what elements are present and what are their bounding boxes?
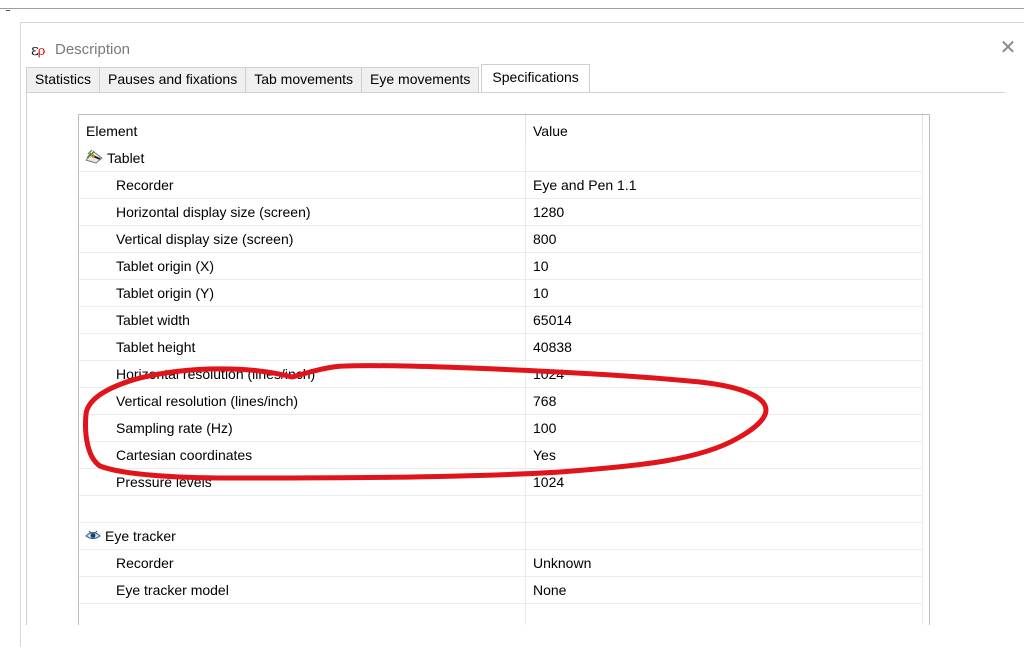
table-row[interactable]: Tablet origin (X) 10 xyxy=(79,253,929,280)
list-rows: Tablet Recorder Eye and Pen 1.1 Horizontal … xyxy=(79,145,929,625)
table-row[interactable]: Pressure levels 1024 xyxy=(79,469,929,496)
element-cell: Recorder xyxy=(79,172,526,199)
table-row[interactable]: Horizontal display size (screen) 1280 xyxy=(79,199,929,226)
element-label: Vertical display size (screen) xyxy=(116,231,294,247)
element-label: Horizontal resolution (lines/inch) xyxy=(116,366,316,382)
element-label: Eye tracker xyxy=(105,528,176,544)
element-label: Horizontal display size (screen) xyxy=(116,204,311,220)
element-label: Cartesian coordinates xyxy=(116,447,253,463)
element-cell: Pressure levels xyxy=(79,469,526,496)
tab-pauses-and-fixations[interactable]: Pauses and fixations xyxy=(99,67,247,92)
element-label: Pressure levels xyxy=(116,474,212,490)
tab-strip: Statistics Pauses and fixations Tab move… xyxy=(26,64,590,92)
element-cell: Tablet xyxy=(79,145,526,172)
value-cell: 1024 xyxy=(526,361,923,388)
value-cell: 65014 xyxy=(526,307,923,334)
element-label: Tablet xyxy=(107,150,145,166)
element-cell: Tablet origin (X) xyxy=(79,253,526,280)
value-cell: 10 xyxy=(526,253,923,280)
eye-tracker-icon xyxy=(84,524,102,549)
tab-tab-movements[interactable]: Tab movements xyxy=(245,67,363,92)
value-cell: 800 xyxy=(526,226,923,253)
value-cell: 1280 xyxy=(526,199,923,226)
value-cell: None xyxy=(526,577,923,604)
table-row[interactable]: Cartesian coordinates Yes xyxy=(79,442,929,469)
group-row-tablet[interactable]: Tablet xyxy=(79,145,929,172)
element-cell: Horizontal resolution (lines/inch) xyxy=(79,361,526,388)
table-row[interactable]: Tablet origin (Y) 10 xyxy=(79,280,929,307)
element-label: Recorder xyxy=(116,555,174,571)
tab-eye-movements[interactable]: Eye movements xyxy=(361,67,480,92)
list-header: Element Value xyxy=(79,115,929,145)
element-cell: Eye tracker model xyxy=(79,577,526,604)
element-label: Eye tracker model xyxy=(116,582,229,598)
element-cell: Vertical resolution (lines/inch) xyxy=(79,388,526,415)
value-cell: Unknown xyxy=(526,550,923,577)
element-cell: Cartesian coordinates xyxy=(79,442,526,469)
element-label: Vertical resolution (lines/inch) xyxy=(116,393,299,409)
element-cell xyxy=(79,496,526,523)
app-logo-icon: ερ xyxy=(31,41,46,59)
value-cell: 1024 xyxy=(526,469,923,496)
table-row[interactable]: Horizontal resolution (lines/inch) 1024 xyxy=(79,361,929,388)
element-cell: Tablet height xyxy=(79,334,526,361)
table-row[interactable]: Recorder Unknown xyxy=(79,550,929,577)
element-cell: Tablet origin (Y) xyxy=(79,280,526,307)
table-row[interactable] xyxy=(79,496,929,523)
value-cell xyxy=(526,523,923,550)
element-cell: Sampling rate (Hz) xyxy=(79,415,526,442)
element-label: Recorder xyxy=(116,177,174,193)
value-cell xyxy=(526,145,923,172)
desktop-mark xyxy=(6,10,10,11)
table-row[interactable]: Vertical resolution (lines/inch) 768 xyxy=(79,388,929,415)
element-label: Tablet height xyxy=(116,339,196,355)
close-icon[interactable]: ✕ xyxy=(997,37,1019,59)
column-header-value[interactable]: Value xyxy=(526,115,923,145)
tab-specifications[interactable]: Specifications xyxy=(481,64,590,92)
value-cell: Eye and Pen 1.1 xyxy=(526,172,923,199)
element-cell: Eye tracker xyxy=(79,523,526,550)
element-label: Tablet origin (X) xyxy=(116,258,215,274)
table-row[interactable]: Sampling rate (Hz) 100 xyxy=(79,415,929,442)
table-row[interactable]: Recorder Eye and Pen 1.1 xyxy=(79,172,929,199)
element-cell: Tablet width xyxy=(79,307,526,334)
tablet-icon xyxy=(84,146,104,171)
element-cell: Horizontal display size (screen) xyxy=(79,199,526,226)
value-cell: 100 xyxy=(526,415,923,442)
value-cell: 40838 xyxy=(526,334,923,361)
element-label: Tablet origin (Y) xyxy=(116,285,215,301)
group-row-eye-tracker[interactable]: Eye tracker xyxy=(79,523,929,550)
element-cell: Recorder xyxy=(79,550,526,577)
element-label: Sampling rate (Hz) xyxy=(116,420,233,436)
column-header-element[interactable]: Element xyxy=(79,115,526,145)
table-row[interactable]: Tablet width 65014 xyxy=(79,307,929,334)
tab-statistics[interactable]: Statistics xyxy=(26,67,101,92)
table-row[interactable]: Vertical display size (screen) 800 xyxy=(79,226,929,253)
window-title: Description xyxy=(55,41,131,58)
table-row[interactable] xyxy=(79,604,929,625)
element-cell xyxy=(79,604,526,625)
value-cell xyxy=(526,604,923,625)
element-cell: Vertical display size (screen) xyxy=(79,226,526,253)
value-cell: 10 xyxy=(526,280,923,307)
value-cell xyxy=(526,496,923,523)
specifications-list[interactable]: Element Value Tablet Recorder Eye and Pen … xyxy=(78,114,930,625)
table-row[interactable]: Eye tracker model None xyxy=(79,577,929,604)
desktop-top-edge xyxy=(0,0,1024,9)
table-row[interactable]: Tablet height 40838 xyxy=(79,334,929,361)
element-label: Tablet width xyxy=(116,312,190,328)
value-cell: Yes xyxy=(526,442,923,469)
value-cell: 768 xyxy=(526,388,923,415)
